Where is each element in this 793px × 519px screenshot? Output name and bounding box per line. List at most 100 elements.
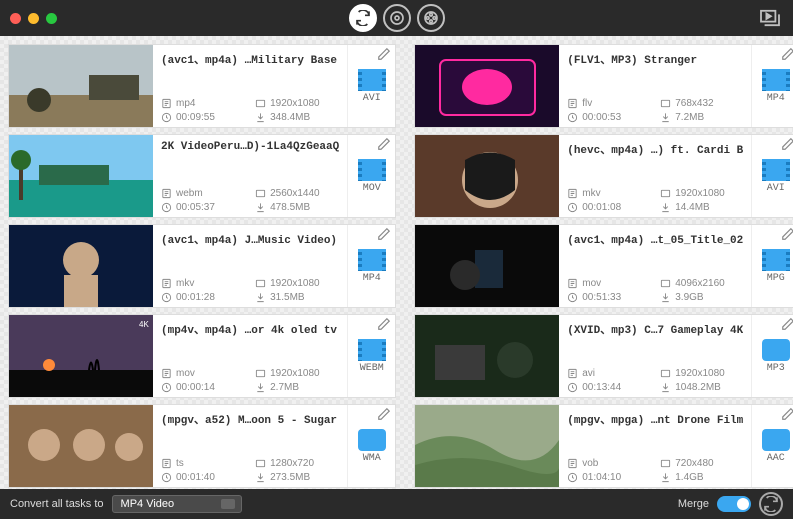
video-container: mkv <box>161 278 245 289</box>
video-thumbnail[interactable] <box>415 315 559 397</box>
video-title: (avc1、mp4a) J…Music Video) <box>161 231 339 247</box>
video-filesize: 31.5MB <box>255 292 339 303</box>
video-duration: 00:01:28 <box>161 292 245 303</box>
video-title: (FLV1、MP3) Stranger <box>567 51 743 67</box>
video-format-icon <box>358 69 386 91</box>
output-format-label: MP4 <box>767 93 785 104</box>
video-format-icon <box>762 249 790 271</box>
video-format-icon <box>358 339 386 361</box>
merge-toggle[interactable] <box>717 496 751 512</box>
video-format-icon <box>358 159 386 181</box>
edit-tile-button[interactable] <box>377 137 391 151</box>
video-tile[interactable]: (FLV1、MP3) Stranger flv 768x432 00:00:53… <box>414 44 793 128</box>
refresh-icon <box>355 10 371 26</box>
output-format-label: AVI <box>363 93 381 104</box>
close-window-button[interactable] <box>10 13 21 24</box>
video-tile[interactable]: (hevc、mp4a) …) ft. Cardi B mkv 1920x1080… <box>414 134 793 218</box>
video-filesize: 1048.2MB <box>660 382 743 393</box>
edit-tile-button[interactable] <box>781 137 793 151</box>
audio-format-icon <box>762 429 790 451</box>
video-thumbnail[interactable] <box>9 225 153 307</box>
video-thumbnail[interactable] <box>415 135 559 217</box>
video-title: (mp4v、mp4a) …or 4k oled tv <box>161 321 339 337</box>
convert-all-label: Convert all tasks to <box>10 498 104 510</box>
minimize-window-button[interactable] <box>28 13 39 24</box>
video-filesize: 14.4MB <box>660 202 743 213</box>
disc-tab-button[interactable] <box>383 4 411 32</box>
edit-tile-button[interactable] <box>781 227 793 241</box>
video-container: webm <box>161 188 245 199</box>
video-container: mov <box>161 368 245 379</box>
edit-tile-button[interactable] <box>781 47 793 61</box>
video-filesize: 2.7MB <box>255 382 339 393</box>
video-thumbnail[interactable]: 4K <box>9 315 153 397</box>
video-duration: 00:09:55 <box>161 112 245 123</box>
video-tile[interactable]: (avc1、mp4a) …Military Base mp4 1920x1080… <box>8 44 396 128</box>
edit-tile-button[interactable] <box>781 317 793 331</box>
video-resolution: 1920x1080 <box>255 278 339 289</box>
video-thumbnail[interactable] <box>9 405 153 487</box>
video-title: (avc1、mp4a) …t_05_Title_02 <box>567 231 743 247</box>
video-duration: 00:00:53 <box>567 112 650 123</box>
video-container: ts <box>161 458 245 469</box>
edit-tile-button[interactable] <box>377 227 391 241</box>
playlist-button[interactable] <box>757 7 783 29</box>
video-duration: 00:01:08 <box>567 202 650 213</box>
video-filesize: 1.4GB <box>660 472 743 483</box>
playlist-icon <box>759 9 781 27</box>
video-filesize: 478.5MB <box>255 202 339 213</box>
video-tile[interactable]: (mpgv、a52) M…oon 5 - Sugar ts 1280x720 0… <box>8 404 396 488</box>
video-duration: 00:00:14 <box>161 382 245 393</box>
video-tile[interactable]: (mpgv、mpga) …nt Drone Film vob 720x480 0… <box>414 404 793 488</box>
zoom-window-button[interactable] <box>46 13 57 24</box>
video-thumbnail[interactable] <box>415 405 559 487</box>
video-resolution: 720x480 <box>660 458 743 469</box>
video-thumbnail[interactable] <box>9 45 153 127</box>
edit-tile-button[interactable] <box>377 407 391 421</box>
video-tile[interactable]: (avc1、mp4a) …t_05_Title_02 mov 4096x2160… <box>414 224 793 308</box>
video-tile[interactable]: (avc1、mp4a) J…Music Video) mkv 1920x1080… <box>8 224 396 308</box>
video-filesize: 273.5MB <box>255 472 339 483</box>
video-title: 2K VideoPeru…D)-1La4QzGeaaQ <box>161 141 339 153</box>
video-thumbnail[interactable] <box>415 225 559 307</box>
video-format-icon <box>762 159 790 181</box>
video-tile[interactable]: (XVID、mp3) C…7 Gameplay 4K avi 1920x1080… <box>414 314 793 398</box>
video-title: (mpgv、mpga) …nt Drone Film <box>567 411 743 427</box>
video-resolution: 2560x1440 <box>255 188 339 199</box>
video-resolution: 768x432 <box>660 98 743 109</box>
edit-tile-button[interactable] <box>377 317 391 331</box>
output-format-label: MOV <box>363 183 381 194</box>
video-filesize: 7.2MB <box>660 112 743 123</box>
video-container: mkv <box>567 188 650 199</box>
video-duration: 01:04:10 <box>567 472 650 483</box>
video-title: (hevc、mp4a) …) ft. Cardi B <box>567 141 743 157</box>
video-container: flv <box>567 98 650 109</box>
video-duration: 00:51:33 <box>567 292 650 303</box>
titlebar <box>0 0 793 36</box>
bottom-bar: Convert all tasks to MP4 Video Merge <box>0 489 793 519</box>
video-resolution: 1920x1080 <box>255 98 339 109</box>
video-title: (XVID、mp3) C…7 Gameplay 4K <box>567 321 743 337</box>
video-thumbnail[interactable] <box>9 135 153 217</box>
output-format-label: AVI <box>767 183 785 194</box>
output-format-label: MP4 <box>363 273 381 284</box>
convert-tab-button[interactable] <box>349 4 377 32</box>
video-grid: (avc1、mp4a) …Military Base mp4 1920x1080… <box>0 36 793 489</box>
video-tile[interactable]: 2K VideoPeru…D)-1La4QzGeaaQ webm 2560x14… <box>8 134 396 218</box>
video-thumbnail[interactable] <box>415 45 559 127</box>
disc-icon <box>389 10 405 26</box>
video-duration: 00:01:40 <box>161 472 245 483</box>
video-container: mp4 <box>161 98 245 109</box>
edit-tile-button[interactable] <box>781 407 793 421</box>
svg-text:4K: 4K <box>139 320 149 329</box>
video-title: (mpgv、a52) M…oon 5 - Sugar <box>161 411 339 427</box>
audio-format-icon <box>762 339 790 361</box>
edit-tile-button[interactable] <box>377 47 391 61</box>
merge-label: Merge <box>678 498 709 510</box>
video-tile[interactable]: 4K (mp4v、mp4a) …or 4k oled tv mov 1920x1… <box>8 314 396 398</box>
start-convert-button[interactable] <box>759 492 783 516</box>
video-title: (avc1、mp4a) …Military Base <box>161 51 339 67</box>
video-tab-button[interactable] <box>417 4 445 32</box>
output-format-select[interactable]: MP4 Video <box>112 495 242 513</box>
video-container: vob <box>567 458 650 469</box>
